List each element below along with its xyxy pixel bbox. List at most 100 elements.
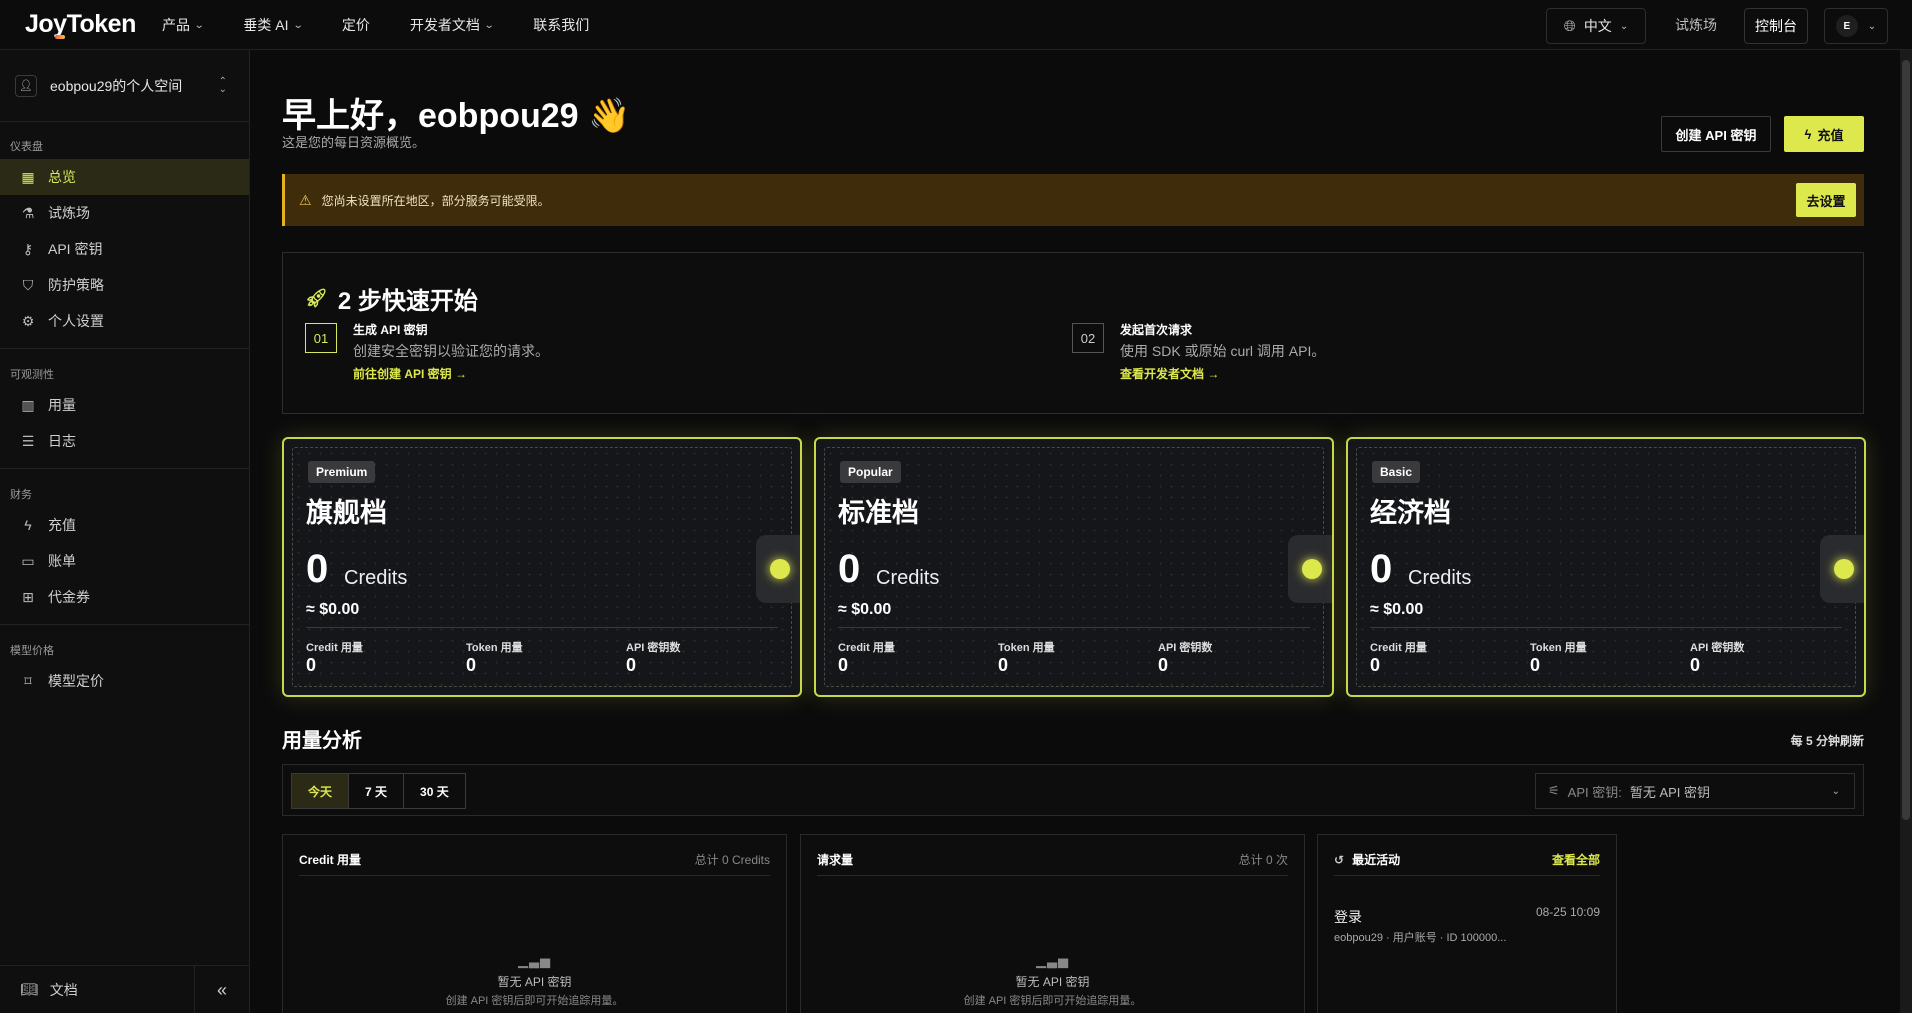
tier-name: 旗舰档 [306,498,387,528]
nav-item-developer-docs[interactable]: 开发者文档 ⌄ [409,15,495,35]
gift-icon: ⊞ [22,588,34,605]
tier-name: 标准档 [838,498,919,528]
logo-accent [55,35,65,39]
api-key-filter-select[interactable]: ⚟ API 密钥: 暂无 API 密钥 ⌄ [1535,773,1855,809]
range-7d-tab[interactable]: 7 天 [349,774,405,808]
stat-label: Credit 用量 [838,642,895,654]
scrollbar-thumb[interactable] [1902,60,1910,820]
tier-toggle-knob[interactable] [756,535,800,603]
recent-activity-panel: ↺ 最近活动 查看全部 登录 08-25 10:09 eobpou29 · 用户… [1317,834,1617,1013]
docs-label: 文档 [49,981,78,998]
sidebar-item-vouchers[interactable]: ⊞ 代金券 [0,579,249,615]
sidebar-item-usage[interactable]: ▥ 用量 [0,387,249,423]
divider [306,627,778,628]
lightning-icon: ϟ [1804,126,1812,142]
stat-value: 0 [1158,655,1169,675]
nav-item-contact[interactable]: 联系我们 [533,15,589,35]
set-region-button[interactable]: 去设置 [1796,183,1856,217]
sidebar-item-model-pricing[interactable]: ⌑ 模型定价 [0,663,249,699]
divider [1334,875,1600,876]
book-icon: 📖︎ [20,981,38,997]
nav-item-label: 定价 [341,17,370,33]
stat-label: API 密钥数 [1158,642,1213,654]
sidebar-item-label: 防护策略 [48,277,104,293]
sidebar-item-overview[interactable]: ▦ 总览 [0,159,249,195]
nav-item-vertical-ai[interactable]: 垂类 AI ⌄ [243,15,303,35]
tier-credits-unit: Credits [344,567,408,589]
view-all-link[interactable]: 查看全部 [1552,851,1600,868]
docs-link[interactable]: 📖︎ 文档 [20,980,78,1000]
sidebar-item-settings[interactable]: ⚙ 个人设置 [0,303,249,339]
tier-toggle-knob[interactable] [1820,535,1864,603]
empty-state-description: 创建 API 密钥后即可开始追踪用量。 [963,995,1142,1007]
sidebar-item-label: 模型定价 [48,673,104,689]
tier-usd: ≈ $0.00 [306,601,360,618]
sidebar-item-label: 日志 [48,433,76,449]
language-select[interactable]: 🌐︎ 中文 ⌄ [1546,8,1646,44]
create-api-key-button[interactable]: 创建 API 密钥 [1661,116,1771,152]
divider [1370,627,1842,628]
activity-title-text: 最近活动 [1352,853,1401,867]
key-icon: ⚷ [22,240,34,257]
empty-state-title: 暂无 API 密钥 [1015,975,1090,989]
sidebar-item-api-keys[interactable]: ⚷ API 密钥 [0,231,249,267]
recharge-button[interactable]: ϟ 充值 [1784,116,1864,152]
gear-icon: ⚙ [21,312,35,329]
nav-item-label: 垂类 AI [243,17,289,33]
nav-menu: 产品 ⌄ 垂类 AI ⌄ 定价 开发者文档 ⌄ 联系我们 [162,0,629,50]
user-icon: 👤︎ [15,74,37,97]
tier-badge: Popular [840,461,901,483]
sidebar-item-playground[interactable]: ⚗ 试炼场 [0,195,249,231]
nav-item-label: 产品 [162,17,190,33]
sidebar-divider [0,624,249,625]
quickstart-card: 🚀︎ 2 步快速开始 01 生成 API 密钥 创建安全密钥以验证您的请求。 前… [282,252,1864,414]
create-key-link[interactable]: 前往创建 API 密钥 → [353,365,467,382]
sidebar-item-label: 个人设置 [48,313,104,329]
page-scrollbar[interactable] [1900,50,1912,1013]
tier-toggle-knob[interactable] [1288,535,1332,603]
nav-item-label: 开发者文档 [409,17,480,33]
user-menu-button[interactable]: E ⌄ [1824,8,1888,44]
tier-name: 经济档 [1370,498,1451,528]
step-description: 使用 SDK 或原始 curl 调用 API。 [1120,343,1326,359]
bar-chart-icon: ▁▃▅ [518,953,551,968]
sidebar-item-recharge[interactable]: ϟ 充值 [0,507,249,543]
tier-usd: ≈ $0.00 [838,601,892,618]
alert-text: 您尚未设置所在地区，部分服务可能受限。 [321,193,550,208]
chevron-down-icon: ⌄ [1619,20,1629,32]
activity-item-title: 登录 [1334,909,1362,925]
nav-playground-link[interactable]: 试炼场 [1675,15,1717,35]
sidebar-footer: 📖︎ 文档 « [0,965,249,1013]
logo[interactable]: JoyToken [25,10,136,39]
sidebar-item-label: 试炼场 [48,205,90,221]
tier-card-basic[interactable]: Basic 经济档 0 Credits ≈ $0.00 Credit 用量 0 … [1346,437,1866,697]
quickstart-title-text: 2 步快速开始 [337,288,478,315]
collapse-sidebar-button[interactable]: « [194,966,249,1013]
sidebar-item-bills[interactable]: ▭ 账单 [0,543,249,579]
region-alert: ⚠ 您尚未设置所在地区，部分服务可能受限。 去设置 [282,174,1864,226]
view-docs-link[interactable]: 查看开发者文档 → [1120,365,1219,382]
sidebar-item-protection[interactable]: ⛉ 防护策略 [0,267,249,303]
double-chevron-left-icon: « [216,979,227,1000]
empty-state-title: 暂无 API 密钥 [497,975,572,989]
tier-badge: Basic [1372,461,1421,483]
main-content: 早上好，eobpou29 👋 这是您的每日资源概览。 创建 API 密钥 ϟ 充… [250,50,1900,1013]
console-button[interactable]: 控制台 [1744,8,1808,44]
workspace-switcher[interactable]: 👤︎ eobpou29的个人空间 ⌃ ⌄ [0,50,249,122]
tier-credits-unit: Credits [1408,567,1472,589]
activity-item-description: eobpou29 · 用户账号 · ID 100000... [1334,932,1507,944]
quickstart-title: 🚀︎ 2 步快速开始 [305,281,478,316]
range-30d-tab[interactable]: 30 天 [404,774,465,808]
nav-item-pricing[interactable]: 定价 [342,15,370,35]
range-today-tab[interactable]: 今天 [292,774,350,808]
nav-item-products[interactable]: 产品 ⌄ [162,15,205,35]
history-icon: ↺ [1334,852,1345,867]
tier-card-premium[interactable]: Premium 旗舰档 0 Credits ≈ $0.00 Credit 用量 … [282,437,802,697]
step-title: 生成 API 密钥 [353,323,428,337]
wallet-icon: ▭ [21,552,35,569]
sidebar: 👤︎ eobpou29的个人空间 ⌃ ⌄ 仪表盘 ▦ 总览 ⚗ 试炼场 ⚷ API 密钥… [0,50,250,1013]
empty-state-description: 创建 API 密钥后即可开始追踪用量。 [445,995,624,1007]
activity-item-time: 08-25 10:09 [1535,905,1600,919]
tier-card-popular[interactable]: Popular 标准档 0 Credits ≈ $0.00 Credit 用量 … [814,437,1334,697]
sidebar-item-logs[interactable]: ☰ 日志 [0,423,249,459]
